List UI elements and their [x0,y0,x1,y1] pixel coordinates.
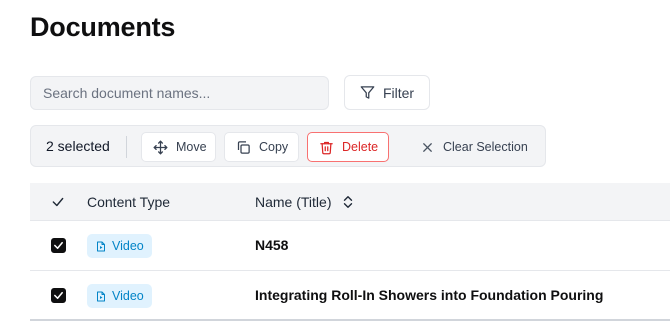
delete-label: Delete [342,140,379,154]
copy-button[interactable]: Copy [224,132,299,162]
search-field[interactable] [30,76,329,110]
row-checkbox[interactable] [51,288,66,303]
content-type-badge: Video [87,234,152,258]
filter-button[interactable]: Filter [344,75,430,110]
file-icon [97,291,105,301]
clear-selection-label: Clear Selection [443,140,528,154]
copy-label: Copy [259,140,289,154]
column-header-content-type: Content Type [87,194,171,210]
close-icon [420,140,435,155]
check-icon [52,197,64,207]
content-type-label: Video [112,239,144,253]
search-input[interactable] [31,77,328,109]
move-button[interactable]: Move [141,132,216,162]
trash-icon [319,140,334,155]
move-icon [153,140,168,155]
row-checkbox[interactable] [51,238,66,253]
table-row[interactable]: Video Integrating Roll-In Showers into F… [30,271,670,321]
content-type-label: Video [112,289,144,303]
column-header-name[interactable]: Name (Title) [255,194,354,210]
table-row[interactable]: Video N458 [30,221,670,271]
bulk-action-bar: 2 selected Move Copy Delete Clear Select… [30,125,546,167]
clear-selection-button[interactable]: Clear Selection [409,132,541,162]
move-label: Move [176,140,207,154]
document-name[interactable]: N458 [255,237,288,253]
filter-icon [360,85,375,100]
page-title: Documents [30,12,176,42]
filter-label: Filter [382,84,415,101]
content-type-badge: Video [87,284,152,308]
sort-icon [343,196,352,208]
column-header-name-label: Name (Title) [255,194,332,210]
selected-count: 2 selected [46,138,110,154]
select-all-checkbox[interactable] [51,195,66,210]
table-header: Content Type Name (Title) [30,183,670,221]
document-name[interactable]: Integrating Roll-In Showers into Foundat… [255,287,603,303]
check-icon [54,241,63,250]
documents-table: Content Type Name (Title) Video N458 Vid… [30,183,670,321]
file-icon [97,241,105,251]
copy-icon [236,140,251,155]
delete-button[interactable]: Delete [307,132,389,162]
divider [126,136,127,158]
check-icon [54,291,63,300]
